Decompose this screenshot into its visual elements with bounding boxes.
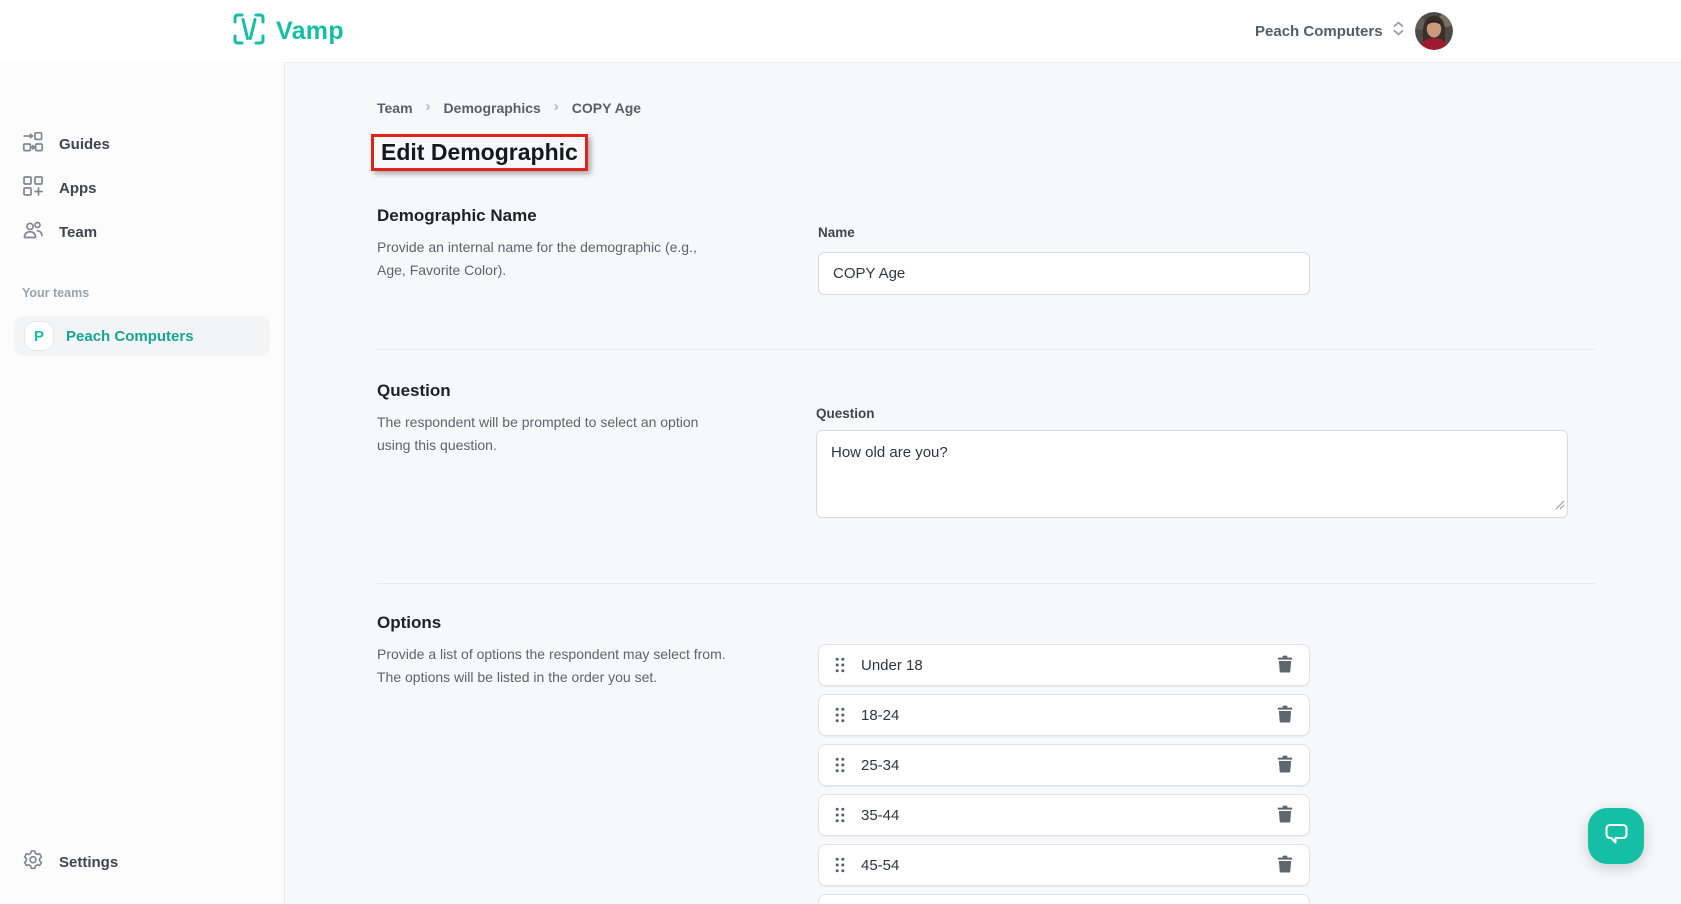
breadcrumb-team[interactable]: Team (377, 100, 413, 116)
section-options-info: Options Provide a list of options the re… (377, 613, 745, 689)
option-row: 35-44 (818, 794, 1310, 836)
drag-handle-icon[interactable] (835, 807, 845, 823)
option-row: 25-34 (818, 744, 1310, 786)
section-divider (377, 583, 1595, 584)
option-label[interactable]: 25-34 (861, 757, 1261, 774)
vamp-wordmark: Vamp (276, 16, 344, 45)
team-selector-label: Peach Computers (1255, 22, 1383, 40)
sidebar-item-apps[interactable]: Apps (0, 166, 284, 210)
name-field-label: Name (818, 225, 855, 240)
question-textarea[interactable]: How old are you? (816, 430, 1568, 518)
delete-option-button[interactable] (1277, 805, 1293, 826)
trash-icon (1277, 755, 1293, 776)
team-initial-badge: P (24, 321, 54, 351)
section-heading: Question (377, 381, 451, 400)
app-window: Vamp Peach Computers Guides Apps Team Yo… (0, 0, 1681, 904)
section-heading: Options (377, 613, 442, 632)
trash-icon (1277, 705, 1293, 726)
breadcrumb-copy-age[interactable]: COPY Age (572, 100, 641, 116)
trash-icon (1277, 655, 1293, 676)
delete-option-button[interactable] (1277, 705, 1293, 726)
main-content: Team › Demographics › COPY Age Edit Demo… (285, 62, 1681, 904)
trash-icon (1277, 855, 1293, 876)
chevron-updown-icon (1392, 21, 1405, 41)
your-teams-label: Your teams (22, 286, 90, 300)
breadcrumb-demographics[interactable]: Demographics (444, 100, 541, 116)
sidebar-item-label: Guides (59, 135, 110, 153)
guides-flow-icon (22, 131, 44, 158)
options-list: Under 18 18-24 25-34 35-44 45-54 (818, 644, 1310, 894)
option-label[interactable]: 45-54 (861, 857, 1261, 874)
chevron-right-icon: › (553, 98, 559, 115)
section-divider (377, 349, 1595, 350)
drag-handle-icon[interactable] (835, 857, 845, 873)
section-description: Provide a list of options the respondent… (377, 646, 726, 685)
vamp-logo-icon (232, 12, 266, 51)
option-row: 45-54 (818, 844, 1310, 886)
option-row: 18-24 (818, 694, 1310, 736)
sidebar-item-settings[interactable]: Settings (0, 840, 284, 884)
sidebar-item-guides[interactable]: Guides (0, 122, 284, 166)
delete-option-button[interactable] (1277, 755, 1293, 776)
sidebar-nav: Guides Apps Team (0, 62, 284, 254)
section-description: The respondent will be prompted to selec… (377, 414, 699, 453)
drag-handle-icon[interactable] (835, 707, 845, 723)
chat-bubble-icon (1603, 822, 1630, 850)
option-label[interactable]: 35-44 (861, 807, 1261, 824)
option-row-partial (818, 894, 1310, 904)
apps-grid-icon (22, 175, 44, 202)
section-description: Provide an internal name for the demogra… (377, 239, 697, 278)
vamp-logo[interactable]: Vamp (232, 0, 344, 62)
team-people-icon (22, 219, 44, 246)
help-chat-button[interactable] (1588, 808, 1644, 864)
annotation-highlight-box: Edit Demographic (371, 134, 588, 171)
option-label[interactable]: Under 18 (861, 657, 1261, 674)
resize-grip-icon[interactable] (1555, 497, 1565, 515)
team-name-label: Peach Computers (66, 327, 194, 345)
delete-option-button[interactable] (1277, 855, 1293, 876)
sidebar-item-team[interactable]: Team (0, 210, 284, 254)
trash-icon (1277, 805, 1293, 826)
sidebar-team-peach-computers[interactable]: P Peach Computers (14, 316, 270, 356)
section-demographic-name-info: Demographic Name Provide an internal nam… (377, 206, 723, 282)
name-input[interactable] (818, 252, 1310, 295)
chevron-right-icon: › (425, 98, 431, 115)
question-field-label: Question (816, 406, 875, 421)
page-title: Edit Demographic (381, 139, 578, 165)
top-header: Vamp Peach Computers (0, 0, 1681, 62)
option-label[interactable]: 18-24 (861, 707, 1261, 724)
team-selector-dropdown[interactable]: Peach Computers (1255, 0, 1405, 62)
breadcrumb: Team › Demographics › COPY Age (377, 99, 641, 116)
gear-icon (22, 849, 44, 876)
section-question-info: Question The respondent will be prompted… (377, 381, 729, 457)
question-field-wrap: How old are you? (816, 430, 1568, 518)
section-heading: Demographic Name (377, 206, 537, 225)
settings-label: Settings (59, 853, 119, 871)
user-avatar[interactable] (1415, 12, 1453, 50)
delete-option-button[interactable] (1277, 655, 1293, 676)
sidebar-item-label: Team (59, 223, 98, 241)
sidebar: Guides Apps Team Your teams P Peach Comp… (0, 62, 285, 904)
sidebar-item-label: Apps (59, 179, 97, 197)
drag-handle-icon[interactable] (835, 657, 845, 673)
option-row: Under 18 (818, 644, 1310, 686)
drag-handle-icon[interactable] (835, 757, 845, 773)
